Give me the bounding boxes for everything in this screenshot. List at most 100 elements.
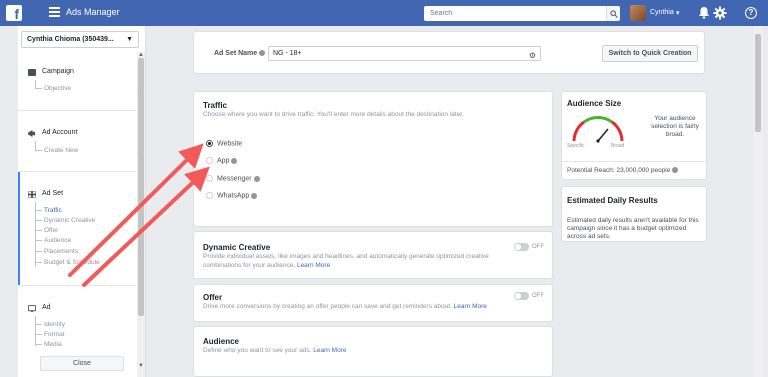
audience-gauge-icon xyxy=(572,115,624,143)
grid-icon xyxy=(28,191,36,198)
info-icon[interactable] xyxy=(259,50,266,57)
audience-size-panel: Audience Size Specific Broad Your audien… xyxy=(561,91,707,180)
left-sidebar: Cynthia Chioma (350439... ▼ ▲ ▼ Campaign… xyxy=(18,26,146,377)
info-icon[interactable] xyxy=(672,167,679,174)
potential-reach-text: Potential Reach: 23,000,000 people xyxy=(567,167,671,174)
audience-panel: Audience Define who you want to see your… xyxy=(193,326,553,377)
estimated-daily-results-panel: Estimated Daily Results Estimated daily … xyxy=(561,186,707,242)
sidebar-section-label: Ad Set xyxy=(42,190,64,197)
sidebar-section-label: Campaign xyxy=(42,68,74,75)
learn-more-link[interactable]: Learn More xyxy=(454,303,487,310)
radio-whatsapp[interactable]: WhatsApp xyxy=(206,192,258,199)
radio-button[interactable] xyxy=(206,157,213,164)
dynamic-creative-title: Dynamic Creative xyxy=(203,243,271,252)
description-text: combinations for your audience. xyxy=(203,262,296,269)
avatar[interactable] xyxy=(630,5,646,21)
estimated-title: Estimated Daily Results xyxy=(567,196,658,205)
scroll-up-icon[interactable]: ▲ xyxy=(138,52,144,58)
divider xyxy=(18,110,136,111)
sidebar-item-audience[interactable]: Audience xyxy=(35,237,71,244)
radio-website[interactable]: Website xyxy=(206,140,242,147)
info-icon[interactable] xyxy=(251,192,258,199)
info-icon[interactable] xyxy=(253,175,260,182)
radio-button[interactable] xyxy=(206,175,213,182)
divider xyxy=(18,171,136,172)
gear-icon[interactable] xyxy=(713,6,727,20)
radio-app[interactable]: App xyxy=(206,157,238,164)
account-name: Cynthia Chioma (350439... xyxy=(27,36,114,43)
bell-icon[interactable] xyxy=(698,6,710,19)
adset-name-value: NG - 18+ xyxy=(273,50,302,57)
facebook-logo[interactable]: f xyxy=(6,5,22,21)
top-navigation-bar: f Ads Manager Cynthia ▾ ? xyxy=(0,0,768,26)
toggle-label: OFF xyxy=(532,244,544,250)
traffic-title: Traffic xyxy=(203,101,228,110)
traffic-panel: Traffic Choose where you want to drive t… xyxy=(193,91,553,227)
gauge-specific-label: Specific xyxy=(567,143,585,149)
ad-icon xyxy=(28,305,36,312)
gauge-broad-label: Broad xyxy=(611,143,625,149)
sidebar-item-media[interactable]: Media xyxy=(35,341,62,346)
gear-icon[interactable]: ⚙ xyxy=(529,49,536,62)
learn-more-link[interactable]: Learn More xyxy=(297,262,330,269)
info-icon[interactable] xyxy=(231,157,238,164)
adset-name-label: Ad Set Name xyxy=(214,50,266,57)
offer-description: Drive more conversions by creating an of… xyxy=(203,303,452,310)
audience-size-text: Your audience selection is fairly broad. xyxy=(651,115,699,138)
chevron-down-icon: ▼ xyxy=(126,36,133,43)
app-title[interactable]: Ads Manager xyxy=(66,7,120,17)
sidebar-item-format[interactable]: Format xyxy=(35,331,65,338)
close-button[interactable]: Close xyxy=(40,356,124,371)
help-icon[interactable]: ? xyxy=(745,7,757,19)
main-scrollbar-thumb[interactable] xyxy=(755,34,761,132)
traffic-description: Choose where you want to drive traffic. … xyxy=(203,111,464,118)
search-box[interactable] xyxy=(424,6,606,21)
dynamic-creative-panel: Dynamic Creative Provide individual asse… xyxy=(193,231,553,279)
adset-name-panel: Ad Set Name NG - 18+ ⚙ Switch to Quick C… xyxy=(193,31,705,74)
offer-panel: Offer Drive more conversions by creating… xyxy=(193,284,553,322)
divider xyxy=(18,285,136,286)
sidebar-section-label: Ad Account xyxy=(42,129,78,136)
chevron-down-icon[interactable]: ▾ xyxy=(676,9,680,17)
radio-button[interactable] xyxy=(206,192,213,199)
check-icon: ✓ xyxy=(136,149,142,156)
adset-name-label-text: Ad Set Name xyxy=(214,50,258,57)
sidebar-item-objective[interactable]: Objective xyxy=(35,85,71,92)
radio-button[interactable] xyxy=(206,140,213,147)
switch-to-quick-creation-button[interactable]: Switch to Quick Creation xyxy=(602,45,698,62)
adset-name-input[interactable]: NG - 18+ ⚙ xyxy=(268,46,541,61)
check-icon: ✓ xyxy=(136,87,142,94)
active-section-indicator xyxy=(18,172,20,285)
account-selector[interactable]: Cynthia Chioma (350439... ▼ xyxy=(21,31,139,48)
sidebar-item-traffic[interactable]: Traffic xyxy=(35,207,62,214)
audience-title: Audience xyxy=(203,337,240,346)
sidebar-item-create-new[interactable]: Create New xyxy=(35,147,78,154)
search-button[interactable] xyxy=(606,6,620,21)
offer-toggle[interactable] xyxy=(514,292,529,300)
radio-messenger[interactable]: Messenger xyxy=(206,175,260,182)
dynamic-creative-description: Provide individual assets, like images a… xyxy=(203,253,489,260)
estimated-text: Estimated daily results aren't available… xyxy=(567,217,699,240)
sidebar-scrollbar-thumb[interactable] xyxy=(138,58,144,316)
radio-label: Website xyxy=(217,140,243,148)
sidebar-item-offer[interactable]: Offer xyxy=(35,227,58,234)
megaphone-icon xyxy=(28,130,36,137)
offer-title: Offer xyxy=(203,293,223,302)
audience-description: Define who you want to see your ads. xyxy=(203,347,312,354)
search-input[interactable] xyxy=(424,6,606,21)
learn-more-link[interactable]: Learn More xyxy=(313,347,346,354)
offer-description-row: Drive more conversions by creating an of… xyxy=(203,303,487,310)
potential-reach: Potential Reach: 23,000,000 people xyxy=(567,167,679,174)
divider xyxy=(562,161,706,162)
sidebar-item-placements[interactable]: Placements xyxy=(35,248,78,255)
user-name[interactable]: Cynthia xyxy=(650,9,674,16)
sidebar-item-dynamic-creative[interactable]: Dynamic Creative xyxy=(35,217,95,224)
dynamic-creative-toggle[interactable] xyxy=(514,243,529,251)
menu-icon[interactable] xyxy=(49,7,60,18)
sidebar-item-identity[interactable]: Identity xyxy=(35,321,65,328)
sidebar-item-budget-schedule[interactable]: Budget & Schedule xyxy=(35,259,100,266)
folder-icon xyxy=(28,69,36,76)
scroll-down-icon[interactable]: ▼ xyxy=(138,363,144,369)
audience-size-title: Audience Size xyxy=(567,99,622,108)
search-icon xyxy=(610,10,618,18)
